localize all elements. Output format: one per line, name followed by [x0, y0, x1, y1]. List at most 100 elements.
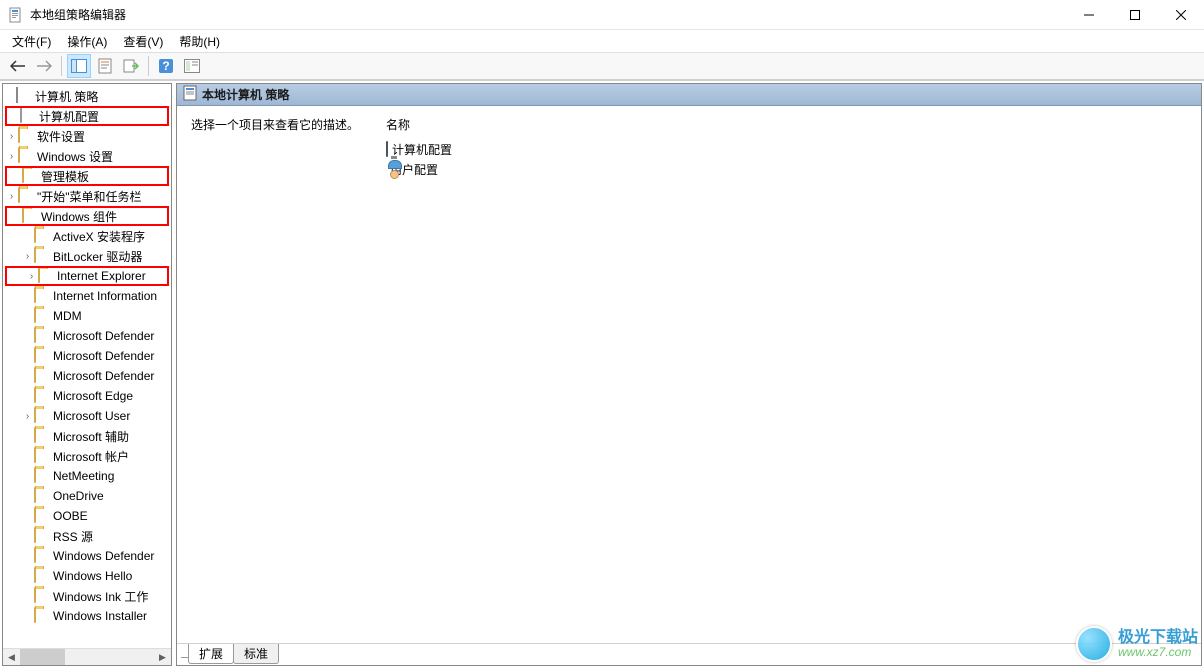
folder-icon	[34, 608, 50, 624]
tree-item-label: Microsoft Defender	[53, 369, 154, 383]
tree-item[interactable]: ›BitLocker 驱动器	[3, 246, 171, 266]
description-hint: 选择一个项目来查看它的描述。	[191, 116, 386, 133]
show-tree-button[interactable]	[67, 54, 91, 78]
tree-item[interactable]: Microsoft 辅助	[3, 426, 171, 446]
folder-icon	[34, 448, 50, 464]
tree-item[interactable]: Windows Installer	[3, 606, 171, 626]
menu-help[interactable]: 帮助(H)	[171, 31, 228, 52]
maximize-button[interactable]	[1112, 0, 1158, 30]
content-body: 选择一个项目来查看它的描述。 名称 计算机配置 用户配置	[177, 106, 1201, 643]
tree-item[interactable]: RSS 源	[3, 526, 171, 546]
folder-icon	[34, 288, 50, 304]
name-column-header[interactable]: 名称	[386, 116, 1187, 133]
tree-item[interactable]: MDM	[3, 306, 171, 326]
filter-button[interactable]	[180, 54, 204, 78]
tab-extended[interactable]: 扩展	[188, 644, 234, 664]
tree-item-label: Microsoft 辅助	[53, 428, 129, 445]
folder-icon	[34, 348, 50, 364]
main-area: 计算机 策略 计算机配置 ›软件设置 ›Windows 设置 管理模板 ›"开始…	[0, 80, 1204, 668]
tree-item[interactable]: OOBE	[3, 506, 171, 526]
expand-icon[interactable]: ›	[21, 411, 34, 422]
tree-software-settings[interactable]: ›软件设置	[3, 126, 171, 146]
tree-item[interactable]: NetMeeting	[3, 466, 171, 486]
minimize-button[interactable]	[1066, 0, 1112, 30]
tree-panel: 计算机 策略 计算机配置 ›软件设置 ›Windows 设置 管理模板 ›"开始…	[2, 83, 172, 666]
folder-icon	[22, 168, 38, 184]
tree-item[interactable]: Windows Hello	[3, 566, 171, 586]
content-header: 本地计算机 策略	[177, 84, 1201, 106]
menu-view[interactable]: 查看(V)	[115, 31, 171, 52]
tree-item[interactable]: Internet Information	[3, 286, 171, 306]
scroll-thumb[interactable]	[20, 649, 65, 665]
tree-content[interactable]: 计算机 策略 计算机配置 ›软件设置 ›Windows 设置 管理模板 ›"开始…	[3, 84, 171, 648]
tree-item[interactable]: ›Microsoft User	[3, 406, 171, 426]
tab-standard[interactable]: 标准	[233, 644, 279, 664]
tree-item-label: Microsoft 帐户	[53, 448, 129, 465]
tree-item[interactable]: OneDrive	[3, 486, 171, 506]
tree-item[interactable]: Windows Ink 工作	[3, 586, 171, 606]
close-button[interactable]	[1158, 0, 1204, 30]
tree-start-menu[interactable]: ›"开始"菜单和任务栏	[3, 186, 171, 206]
menu-file[interactable]: 文件(F)	[4, 31, 59, 52]
tree-item[interactable]: ActiveX 安装程序	[3, 226, 171, 246]
toolbar-separator	[148, 56, 149, 76]
folder-icon	[34, 308, 50, 324]
tree-item[interactable]: Microsoft Defender	[3, 346, 171, 366]
tree-item-label: Microsoft Edge	[53, 389, 133, 403]
tree-admin-templates[interactable]: 管理模板	[5, 166, 169, 186]
folder-icon	[34, 568, 50, 584]
expand-icon[interactable]: ›	[5, 191, 18, 202]
folder-icon	[38, 268, 54, 284]
policy-icon	[183, 85, 197, 104]
folder-icon	[18, 128, 34, 144]
tree-item-label: Microsoft Defender	[53, 329, 154, 343]
properties-button[interactable]	[93, 54, 117, 78]
tree-item-label: OneDrive	[53, 489, 104, 503]
scroll-left-button[interactable]: ◀	[3, 649, 20, 665]
folder-icon	[18, 148, 34, 164]
tree-item-label: ActiveX 安装程序	[53, 228, 145, 245]
window-controls	[1066, 0, 1204, 30]
tree-item-label: MDM	[53, 309, 82, 323]
folder-icon	[34, 488, 50, 504]
folder-icon	[34, 368, 50, 384]
tree-item[interactable]: Microsoft 帐户	[3, 446, 171, 466]
scroll-track[interactable]	[20, 649, 154, 665]
menu-operation[interactable]: 操作(A)	[59, 31, 115, 52]
horizontal-scrollbar[interactable]: ◀ ▶	[3, 648, 171, 665]
tree-root[interactable]: 计算机 策略	[3, 86, 171, 106]
tree-item[interactable]: Microsoft Defender	[3, 366, 171, 386]
folder-icon	[34, 228, 50, 244]
computer-icon	[20, 108, 36, 124]
tree-windows-settings[interactable]: ›Windows 设置	[3, 146, 171, 166]
tree-item-label: Microsoft Defender	[53, 349, 154, 363]
menubar: 文件(F) 操作(A) 查看(V) 帮助(H)	[0, 30, 1204, 52]
folder-icon	[34, 468, 50, 484]
content-panel: 本地计算机 策略 选择一个项目来查看它的描述。 名称 计算机配置 用户配置 扩展	[176, 83, 1202, 666]
tree-item[interactable]: Microsoft Defender	[3, 326, 171, 346]
expand-icon[interactable]: ›	[21, 251, 34, 262]
expand-icon[interactable]: ›	[25, 271, 38, 282]
folder-icon	[34, 248, 50, 264]
window-title: 本地组策略编辑器	[30, 6, 1066, 23]
export-button[interactable]	[119, 54, 143, 78]
item-computer-config[interactable]: 计算机配置	[386, 139, 1187, 159]
computer-icon	[386, 142, 388, 156]
help-button[interactable]: ?	[154, 54, 178, 78]
folder-icon	[34, 588, 50, 604]
tree-item-label: OOBE	[53, 509, 88, 523]
content-title: 本地计算机 策略	[202, 86, 289, 103]
back-button[interactable]	[6, 54, 30, 78]
tree-item[interactable]: › Internet Explorer	[5, 266, 169, 286]
forward-button[interactable]	[32, 54, 56, 78]
tree-item-label: Internet Explorer	[57, 269, 146, 283]
scroll-right-button[interactable]: ▶	[154, 649, 171, 665]
tree-windows-components[interactable]: Windows 组件	[5, 206, 169, 226]
tree-computer-config[interactable]: 计算机配置	[5, 106, 169, 126]
expand-icon[interactable]: ›	[5, 131, 18, 142]
tree-item-label: Windows Defender	[53, 549, 154, 563]
tree-item[interactable]: Microsoft Edge	[3, 386, 171, 406]
expand-icon[interactable]: ›	[5, 151, 18, 162]
tree-item[interactable]: Windows Defender	[3, 546, 171, 566]
item-user-config[interactable]: 用户配置	[386, 159, 1187, 179]
